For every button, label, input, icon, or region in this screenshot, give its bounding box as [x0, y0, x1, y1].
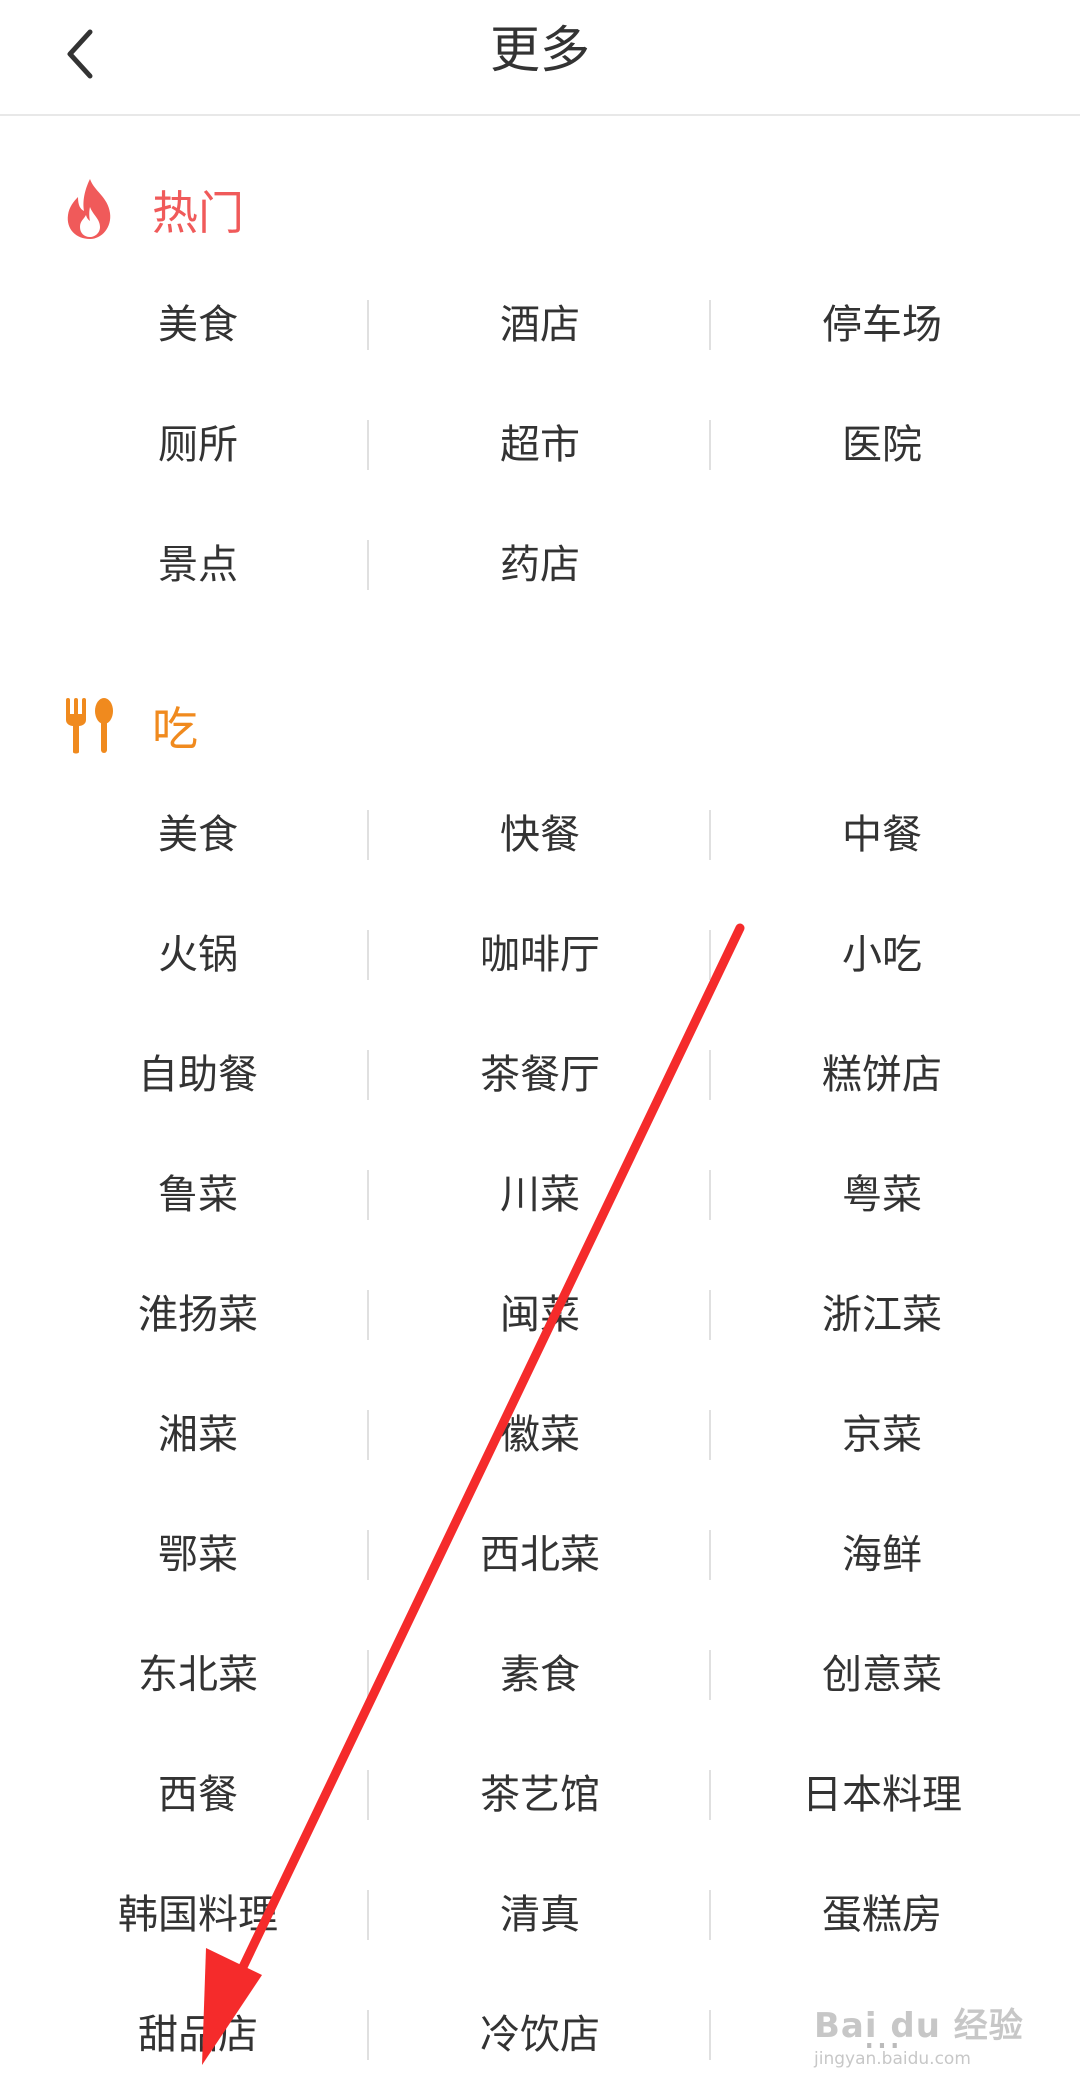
grid-row: 韩国料理 清真 蛋糕房 [0, 1855, 1080, 1975]
category-item[interactable]: 创意菜 [711, 1615, 1053, 1735]
hot-grid: 美食 酒店 停车场 厕所 超市 医院 景点 药店 [0, 265, 1080, 625]
page-title: 更多 [490, 21, 590, 79]
chevron-left-icon [67, 29, 93, 79]
category-item[interactable]: 自助餐 [27, 1015, 369, 1135]
category-item[interactable]: 小吃 [711, 895, 1053, 1015]
grid-row: 自助餐 茶餐厅 糕饼店 [0, 1015, 1080, 1135]
category-item[interactable]: 清真 [369, 1855, 711, 1975]
grid-row: 景点 药店 [0, 505, 1080, 625]
grid-row: 甜品店 冷饮店 ... [0, 1975, 1080, 2095]
grid-row: 淮扬菜 闽菜 浙江菜 [0, 1255, 1080, 1375]
category-item[interactable]: 超市 [369, 385, 711, 505]
category-item[interactable]: 快餐 [369, 775, 711, 895]
grid-row: 鲁菜 川菜 粤菜 [0, 1135, 1080, 1255]
category-item[interactable]: 美食 [27, 775, 369, 895]
section-header-hot: 热门 [58, 170, 244, 250]
category-item[interactable]: 东北菜 [27, 1615, 369, 1735]
category-item[interactable]: 蛋糕房 [711, 1855, 1053, 1975]
grid-row: 湘菜 徽菜 京菜 [0, 1375, 1080, 1495]
category-item[interactable]: 海鲜 [711, 1495, 1053, 1615]
category-item[interactable]: 鲁菜 [27, 1135, 369, 1255]
category-item[interactable]: 闽菜 [369, 1255, 711, 1375]
category-item[interactable]: 西北菜 [369, 1495, 711, 1615]
top-nav-bar: 更多 [0, 0, 1080, 116]
category-item[interactable]: 美食 [27, 265, 369, 385]
category-item[interactable]: 日本料理 [711, 1735, 1053, 1855]
section-title-hot: 热门 [152, 186, 244, 240]
section-header-eat: 吃 [58, 686, 198, 766]
category-item[interactable]: 景点 [27, 505, 369, 625]
grid-row: 鄂菜 西北菜 海鲜 [0, 1495, 1080, 1615]
category-item[interactable]: 药店 [369, 505, 711, 625]
category-item[interactable]: 湘菜 [27, 1375, 369, 1495]
grid-row: 美食 酒店 停车场 [0, 265, 1080, 385]
category-item[interactable]: 冷饮店 [369, 1975, 711, 2095]
grid-row: 火锅 咖啡厅 小吃 [0, 895, 1080, 1015]
category-item[interactable]: 中餐 [711, 775, 1053, 895]
category-item[interactable]: 京菜 [711, 1375, 1053, 1495]
fire-icon [58, 176, 122, 244]
category-item[interactable]: 茶艺馆 [369, 1735, 711, 1855]
category-item[interactable]: 糕饼店 [711, 1015, 1053, 1135]
category-item[interactable]: 川菜 [369, 1135, 711, 1255]
grid-row: 厕所 超市 医院 [0, 385, 1080, 505]
back-button[interactable] [40, 14, 120, 94]
category-item[interactable]: 茶餐厅 [369, 1015, 711, 1135]
category-item[interactable]: 停车场 [711, 265, 1053, 385]
category-item[interactable]: 素食 [369, 1615, 711, 1735]
category-item[interactable]: 鄂菜 [27, 1495, 369, 1615]
category-item[interactable]: 火锅 [27, 895, 369, 1015]
grid-row: 东北菜 素食 创意菜 [0, 1615, 1080, 1735]
category-item[interactable]: 医院 [711, 385, 1053, 505]
category-item[interactable]: 韩国料理 [27, 1855, 369, 1975]
fork-spoon-icon [58, 692, 122, 760]
category-item[interactable]: 浙江菜 [711, 1255, 1053, 1375]
category-item[interactable]: 徽菜 [369, 1375, 711, 1495]
category-item[interactable]: 酒店 [369, 265, 711, 385]
grid-row: 美食 快餐 中餐 [0, 775, 1080, 895]
grid-row: 西餐 茶艺馆 日本料理 [0, 1735, 1080, 1855]
category-item[interactable]: 厕所 [27, 385, 369, 505]
category-item[interactable]: ... [711, 1975, 1053, 2095]
eat-grid: 美食 快餐 中餐 火锅 咖啡厅 小吃 自助餐 茶餐厅 糕饼店 鲁菜 川菜 粤菜 … [0, 775, 1080, 2095]
category-item[interactable]: 粤菜 [711, 1135, 1053, 1255]
section-title-eat: 吃 [152, 702, 198, 756]
category-item[interactable]: 甜品店 [27, 1975, 369, 2095]
category-item[interactable]: 咖啡厅 [369, 895, 711, 1015]
category-item[interactable]: 淮扬菜 [27, 1255, 369, 1375]
category-item[interactable]: 西餐 [27, 1735, 369, 1855]
